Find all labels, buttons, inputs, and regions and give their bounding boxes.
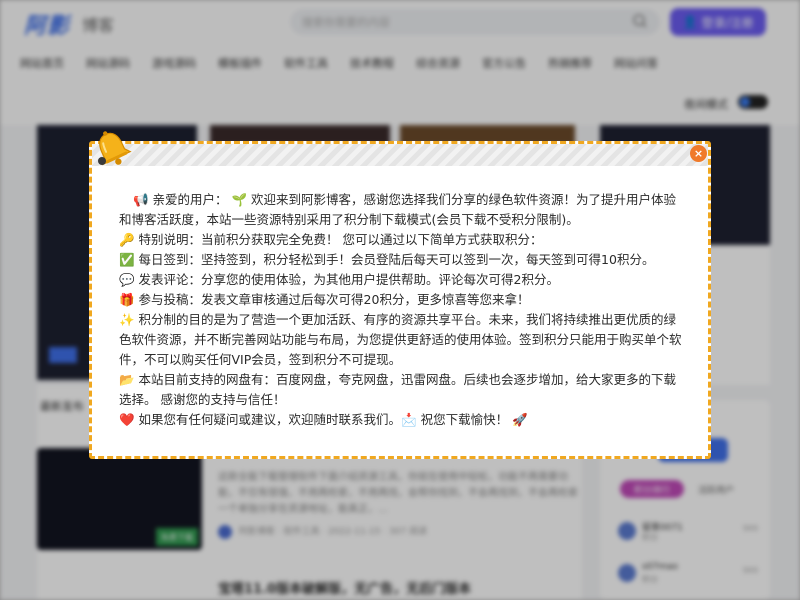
- announcement-line: 📢 亲爱的用户： 🌱 欢迎来到阿影博客，感谢您选择我们分享的绿色软件资源！为了提…: [119, 192, 677, 227]
- announcement-line: ✨ 积分制的目的是为了营造一个更加活跃、有序的资源共享平台。未来，我们将持续推出…: [119, 312, 682, 367]
- announcement-line: ❤️ 如果您有任何疑问或建议，欢迎随时联系我们。📩 祝您下载愉快！ 🚀: [119, 412, 528, 427]
- announcement-line: 💬 发表评论：分享您的使用体验，为其他用户提供帮助。评论每次可得2积分。: [119, 272, 559, 287]
- announcement-line: ✅ 每日签到：坚持签到，积分轻松到手！会员登陆后每天可以签到一次，每天签到可得1…: [119, 252, 655, 267]
- announcement-modal: 📢 亲爱的用户： 🌱 欢迎来到阿影博客，感谢您选择我们分享的绿色软件资源！为了提…: [89, 141, 711, 459]
- bell-icon: [98, 131, 132, 166]
- announcement-body: 📢 亲爱的用户： 🌱 欢迎来到阿影博客，感谢您选择我们分享的绿色软件资源！为了提…: [119, 190, 687, 430]
- announcement-line: 📂 本站目前支持的网盘有：百度网盘，夸克网盘，迅雷网盘。后续也会逐步增加，给大家…: [119, 372, 677, 407]
- announcement-line: 🎁 参与投稿：发表文章审核通过后每次可得20积分，更多惊喜等您来拿！: [119, 292, 530, 307]
- announcement-line: 🔑 特别说明：当前积分获取完全免费！ 您可以通过以下简单方式获取积分：: [119, 232, 543, 247]
- close-button[interactable]: ×: [690, 145, 707, 162]
- modal-header-stripe: [92, 144, 708, 166]
